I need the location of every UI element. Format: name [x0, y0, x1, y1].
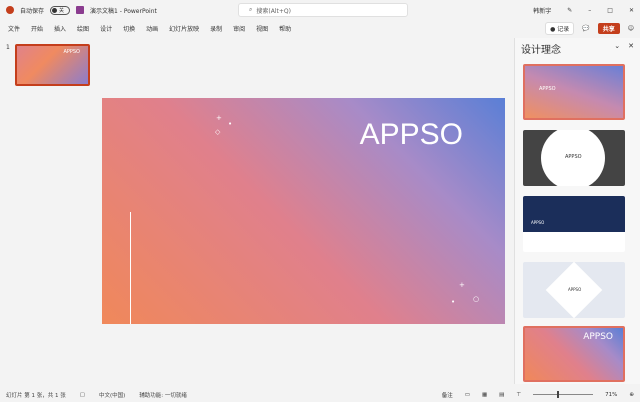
tab-review[interactable]: 审阅 [233, 24, 245, 33]
record-button[interactable]: ● 记录 [545, 22, 575, 35]
minimize-button[interactable]: – [588, 7, 591, 14]
search-input[interactable]: ⌕ 搜索(Alt+Q) [238, 3, 408, 17]
close-button[interactable]: ✕ [629, 7, 634, 14]
spellcheck-icon[interactable]: ▢ [80, 392, 85, 398]
fit-slide-icon[interactable]: ⊕ [629, 392, 634, 398]
sparkle-icon: + [216, 114, 222, 122]
collapse-icon[interactable]: ⌄ [614, 42, 620, 50]
dot-icon: • [451, 298, 456, 306]
notes-button[interactable]: 备注 [442, 391, 453, 399]
sparkle-icon: + [459, 281, 465, 289]
designer-title: 设计理念 [521, 45, 561, 56]
powerpoint-logo-icon [6, 6, 14, 14]
share-button[interactable]: 共享 [597, 23, 620, 34]
tab-transitions[interactable]: 切换 [123, 24, 135, 33]
pen-icon[interactable]: ✎ [567, 7, 572, 14]
tab-record[interactable]: 录制 [210, 24, 222, 33]
tab-view[interactable]: 视图 [256, 24, 268, 33]
language[interactable]: 中文(中国) [99, 391, 125, 399]
tab-help[interactable]: 帮助 [279, 24, 291, 33]
designer-pane: 设计理念 ⌄ ✕ APPSO APPSO APPSO APPSO APPSO [514, 38, 640, 384]
design-idea-card[interactable]: APPSO [523, 130, 625, 186]
slide-thumbnail-pane: 1 [0, 38, 96, 384]
tab-design[interactable]: 设计 [100, 24, 112, 33]
normal-view-icon[interactable]: ▭ [465, 392, 470, 398]
thumbnail-title: APPSO [63, 49, 80, 55]
close-pane-button[interactable]: ✕ [628, 42, 634, 50]
slide-title[interactable]: APPSO [360, 118, 463, 152]
tab-slideshow[interactable]: 幻灯片放映 [169, 24, 199, 33]
design-idea-card[interactable]: APPSO [523, 262, 625, 318]
card-title: APPSO [568, 287, 582, 292]
maximize-button[interactable]: □ [607, 7, 613, 14]
autosave-toggle[interactable]: 关 [50, 5, 71, 15]
slide-info: 幻灯片 第 1 张，共 1 张 [6, 392, 66, 399]
slide-canvas[interactable]: APPSO + • ◇ + • ○ [102, 98, 505, 324]
user-name[interactable]: 韩新宇 [533, 6, 551, 15]
diamond-icon: ◇ [215, 128, 221, 136]
toggle-state: 关 [59, 7, 65, 14]
zoom-level[interactable]: 71% [605, 392, 617, 398]
card-title: APPSO [539, 86, 556, 92]
search-icon: ⌕ [249, 6, 253, 13]
decorative-line [130, 212, 131, 324]
slide-thumbnail[interactable]: APPSO [15, 44, 90, 86]
circle-icon: ○ [473, 295, 480, 303]
search-placeholder: 搜索(Alt+Q) [256, 7, 291, 15]
dot-icon: • [228, 120, 233, 128]
zoom-slider[interactable] [533, 391, 594, 398]
slide-sorter-icon[interactable]: ▦ [482, 392, 487, 398]
design-idea-card[interactable]: APPSO [523, 326, 625, 382]
tab-file[interactable]: 文件 [8, 24, 20, 33]
slide-number: 1 [6, 44, 10, 51]
ribbon-tabs: 文件 开始 插入 绘图 设计 切换 动画 幻灯片放映 录制 审阅 视图 帮助 [0, 20, 640, 36]
design-idea-card[interactable]: APPSO [523, 196, 625, 252]
tab-animations[interactable]: 动画 [146, 24, 158, 33]
card-title: APPSO [583, 332, 613, 342]
tab-insert[interactable]: 插入 [54, 24, 66, 33]
reading-view-icon[interactable]: ▤ [499, 392, 504, 398]
card-title: APPSO [565, 154, 582, 160]
save-icon[interactable] [76, 6, 85, 14]
accessibility-status[interactable]: 辅助功能: 一切就绪 [139, 391, 187, 399]
slideshow-icon[interactable]: ⊤ [516, 392, 521, 398]
document-title: 演示文稿1 - PowerPoint [90, 7, 157, 15]
tab-home[interactable]: 开始 [31, 24, 43, 33]
comment-button[interactable]: 💬 [582, 25, 589, 32]
tab-draw[interactable]: 绘图 [77, 24, 89, 33]
feedback-icon[interactable]: ☺ [628, 25, 634, 32]
autosave-label: 自动保存 [20, 7, 45, 15]
card-title: APPSO [531, 220, 545, 225]
design-idea-card[interactable]: APPSO [523, 64, 625, 120]
